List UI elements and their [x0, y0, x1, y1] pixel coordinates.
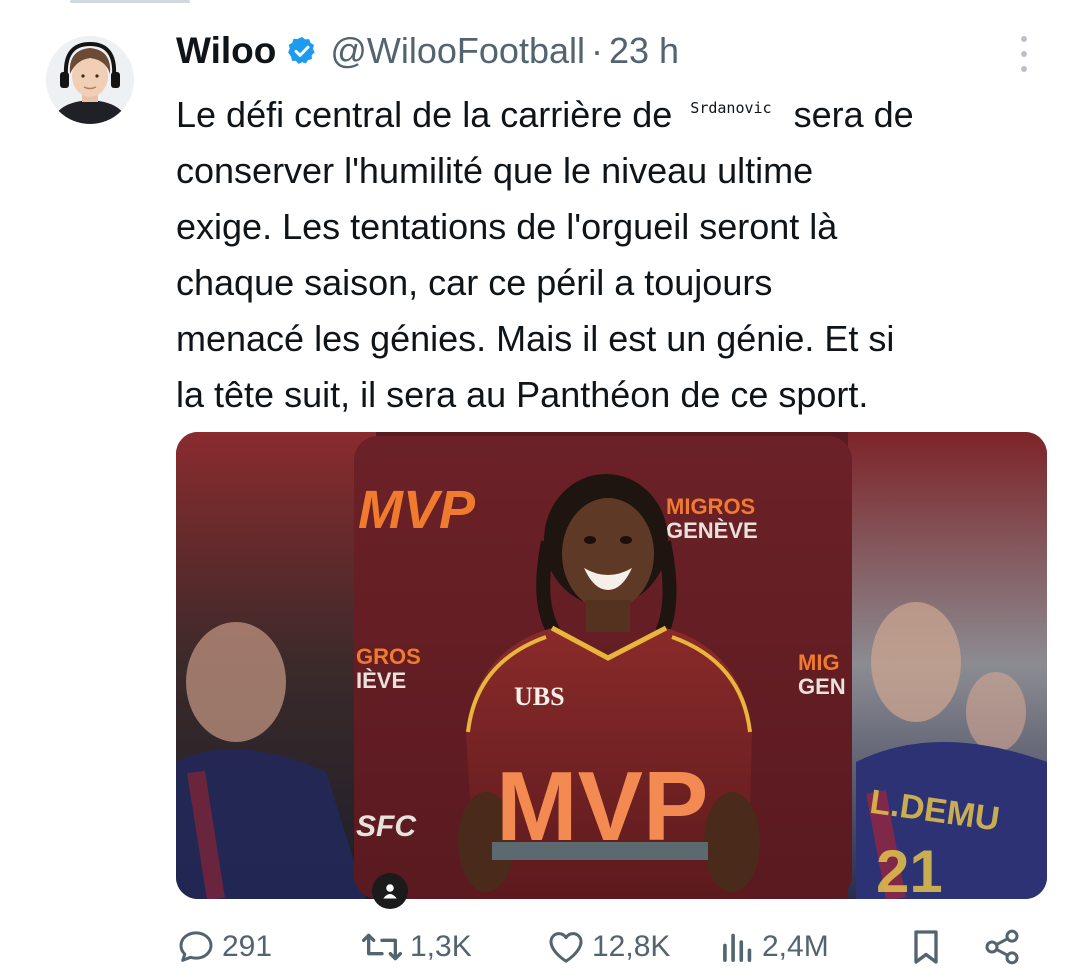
top-divider	[70, 0, 190, 3]
reply-button[interactable]: 291	[176, 920, 272, 974]
svg-text:UBS: UBS	[514, 682, 565, 711]
tweet-text-line: Le défi central de la carrière de Srdanov…	[176, 80, 1056, 143]
retweet-count: 1,3K	[410, 930, 472, 963]
retweet-icon	[360, 927, 404, 967]
views-count: 2,4M	[762, 930, 829, 963]
verified-icon	[286, 35, 318, 67]
bookmark-icon	[908, 927, 944, 967]
mvp-backdrop-logo: MVP	[358, 480, 476, 540]
retweet-button[interactable]: 1,3K	[360, 920, 472, 974]
svg-text:21: 21	[876, 838, 943, 899]
bookmark-button[interactable]	[908, 920, 944, 974]
tweet-time[interactable]: 23 h	[609, 30, 679, 72]
tweet-text-line: la tête suit, il sera au Panthéon de ce …	[176, 374, 869, 415]
share-button[interactable]	[982, 920, 1022, 974]
like-count: 12,8K	[592, 930, 671, 963]
tweet-header: Wiloo @WilooFootball · 23 h	[176, 28, 679, 74]
media-user-icon[interactable]	[372, 873, 408, 909]
like-icon	[546, 927, 586, 967]
share-icon	[982, 927, 1022, 967]
views-icon	[720, 927, 756, 967]
avatar[interactable]	[46, 36, 134, 124]
tweet-text-line: exige. Les tentations de l'orgueil seron…	[176, 206, 838, 247]
svg-text:SFC: SFC	[356, 810, 417, 843]
reply-icon	[176, 927, 216, 967]
redacted-name: Srdanovic	[690, 99, 772, 117]
author-name[interactable]: Wiloo	[176, 30, 276, 72]
svg-text:GEN: GEN	[798, 674, 846, 699]
svg-text:GENÈVE: GENÈVE	[666, 518, 758, 543]
svg-text:MIG: MIG	[798, 650, 840, 675]
tweet-text: Le défi central de la carrière de Srdanov…	[176, 80, 1056, 423]
tweet-text-line: chaque saison, car ce péril a toujours	[176, 262, 773, 303]
svg-text:IÈVE: IÈVE	[356, 668, 406, 693]
separator-dot: ·	[591, 30, 603, 71]
tweet-text-line: menacé les génies. Mais il est un génie.…	[176, 318, 895, 359]
like-button[interactable]: 12,8K	[546, 920, 670, 974]
svg-text:MIGROS: MIGROS	[666, 494, 755, 519]
tweet-text-line: conserver l'humilité que le niveau ultim…	[176, 150, 814, 191]
author-handle[interactable]: @WilooFootball	[330, 30, 585, 72]
tweet-media-image[interactable]: L.DEMU 21 MVP MIGROS GENÈVE GROS IÈVE MI…	[176, 432, 1047, 899]
views-button[interactable]: 2,4M	[720, 920, 829, 974]
more-icon[interactable]	[1012, 36, 1036, 72]
reply-count: 291	[222, 930, 273, 963]
svg-text:GROS: GROS	[356, 644, 421, 669]
tweet-actions: 291 1,3K 12,8K 2,4M	[176, 920, 1036, 974]
